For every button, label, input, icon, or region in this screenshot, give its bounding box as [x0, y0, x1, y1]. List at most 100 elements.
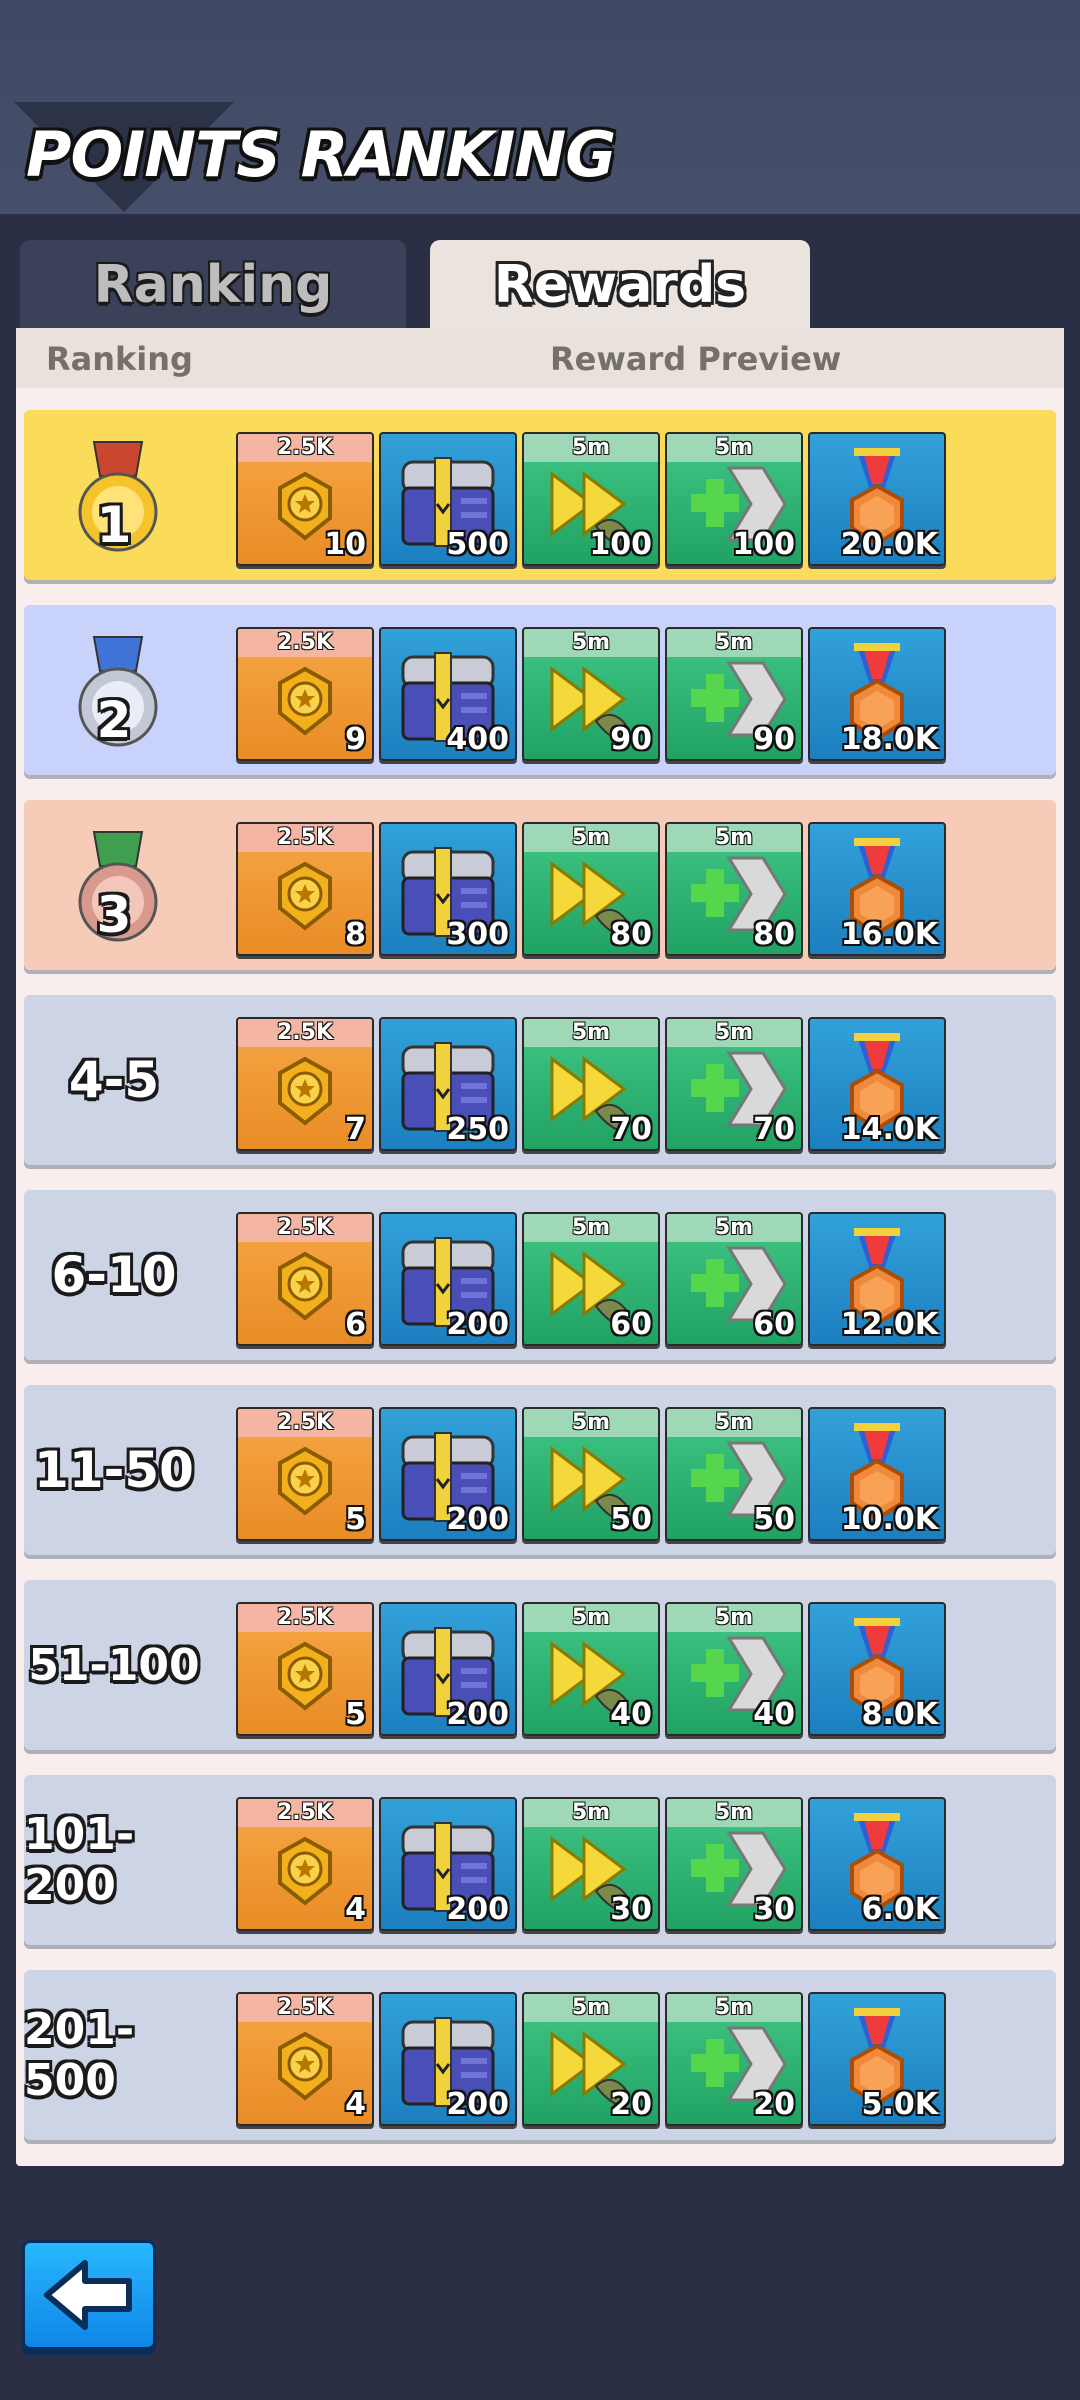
chest-reward[interactable]: 200 [379, 1602, 517, 1736]
reward-count: 90 [610, 722, 652, 757]
heal-reward[interactable]: 5m 20 [665, 1992, 803, 2126]
reward-count: 70 [610, 1112, 652, 1147]
badge-reward[interactable]: 2.5K 7 [236, 1017, 374, 1151]
reward-count: 10 [324, 527, 366, 562]
chest-reward[interactable]: 250 [379, 1017, 517, 1151]
heal-reward[interactable]: 5m 40 [665, 1602, 803, 1736]
rank-label: 3 [96, 886, 132, 944]
column-reward-preview: Reward Preview [550, 340, 842, 378]
rank-label: 2 [96, 691, 132, 749]
reward-count: 14.0K [840, 1112, 938, 1147]
reward-tag: 5m [524, 629, 658, 657]
medal-reward[interactable]: 10.0K [808, 1407, 946, 1541]
reward-tag: 2.5K [238, 1799, 372, 1827]
reward-count: 250 [446, 1112, 509, 1147]
reward-tag: 5m [667, 1019, 801, 1047]
speedup-reward[interactable]: 5m 20 [522, 1992, 660, 2126]
reward-count: 100 [589, 527, 652, 562]
badge-reward[interactable]: 2.5K 4 [236, 1797, 374, 1931]
reward-tag: 5m [667, 824, 801, 852]
speedup-reward[interactable]: 5m 50 [522, 1407, 660, 1541]
badge-reward[interactable]: 2.5K 8 [236, 822, 374, 956]
heal-reward[interactable]: 5m 50 [665, 1407, 803, 1541]
reward-count: 30 [753, 1892, 795, 1927]
speedup-reward[interactable]: 5m 60 [522, 1212, 660, 1346]
chest-reward[interactable]: 400 [379, 627, 517, 761]
reward-tag: 5m [524, 1019, 658, 1047]
speedup-reward[interactable]: 5m 90 [522, 627, 660, 761]
medal-reward[interactable]: 5.0K [808, 1992, 946, 2126]
reward-count: 20.0K [840, 527, 938, 562]
speedup-reward[interactable]: 5m 40 [522, 1602, 660, 1736]
reward-tag: 5m [524, 434, 658, 462]
medal-reward[interactable]: 12.0K [808, 1212, 946, 1346]
heal-reward[interactable]: 5m 60 [665, 1212, 803, 1346]
medal-reward[interactable]: 8.0K [808, 1602, 946, 1736]
reward-count: 80 [610, 917, 652, 952]
reward-tag: 5m [524, 1799, 658, 1827]
medal-reward[interactable]: 20.0K [808, 432, 946, 566]
reward-count: 40 [753, 1697, 795, 1732]
heal-reward[interactable]: 5m 70 [665, 1017, 803, 1151]
heal-reward[interactable]: 5m 100 [665, 432, 803, 566]
back-button[interactable] [22, 2240, 156, 2350]
page-title: POINTS RANKING [26, 118, 616, 191]
reward-count: 5 [345, 1502, 366, 1537]
medal-reward[interactable]: 6.0K [808, 1797, 946, 1931]
chest-reward[interactable]: 200 [379, 1992, 517, 2126]
reward-count: 30 [610, 1892, 652, 1927]
chest-reward[interactable]: 200 [379, 1407, 517, 1541]
reward-count: 50 [610, 1502, 652, 1537]
chest-reward[interactable]: 500 [379, 432, 517, 566]
reward-row: 11-50 2.5K 5 200 5m 50 5m 50 10.0K [24, 1385, 1056, 1555]
speedup-reward[interactable]: 5m 100 [522, 432, 660, 566]
medal-reward[interactable]: 16.0K [808, 822, 946, 956]
badge-reward[interactable]: 2.5K 10 [236, 432, 374, 566]
speedup-reward[interactable]: 5m 70 [522, 1017, 660, 1151]
reward-count: 20 [610, 2087, 652, 2122]
rank-label: 201-500 [24, 2004, 135, 2106]
reward-tag: 2.5K [238, 1409, 372, 1437]
reward-tag: 5m [667, 1214, 801, 1242]
reward-row: 1 2.5K 10 500 5m 100 5m 100 20.0K [24, 410, 1056, 580]
medal-reward[interactable]: 18.0K [808, 627, 946, 761]
chest-reward[interactable]: 200 [379, 1797, 517, 1931]
medal-reward[interactable]: 14.0K [808, 1017, 946, 1151]
reward-tag: 5m [524, 1604, 658, 1632]
reward-count: 8 [345, 917, 366, 952]
rank-label: 6-10 [51, 1246, 177, 1304]
reward-count: 40 [610, 1697, 652, 1732]
reward-count: 80 [753, 917, 795, 952]
reward-count: 50 [753, 1502, 795, 1537]
reward-count: 200 [446, 1892, 509, 1927]
badge-reward[interactable]: 2.5K 9 [236, 627, 374, 761]
reward-tag: 2.5K [238, 1994, 372, 2022]
reward-count: 16.0K [840, 917, 938, 952]
badge-reward[interactable]: 2.5K 4 [236, 1992, 374, 2126]
heal-reward[interactable]: 5m 80 [665, 822, 803, 956]
tab-rewards[interactable]: Rewards [430, 240, 810, 330]
reward-row: 4-5 2.5K 7 250 5m 70 5m 70 14.0K [24, 995, 1056, 1165]
reward-tag: 2.5K [238, 1604, 372, 1632]
reward-count: 5 [345, 1697, 366, 1732]
speedup-reward[interactable]: 5m 30 [522, 1797, 660, 1931]
chest-reward[interactable]: 200 [379, 1212, 517, 1346]
reward-row: 51-100 2.5K 5 200 5m 40 5m 40 8.0K [24, 1580, 1056, 1750]
rewards-panel: Ranking Reward Preview 1 2.5K 10 500 5m 100 5m… [16, 328, 1064, 2166]
reward-tag: 2.5K [238, 1214, 372, 1242]
reward-count: 4 [345, 1892, 366, 1927]
heal-reward[interactable]: 5m 30 [665, 1797, 803, 1931]
reward-tag: 5m [667, 1799, 801, 1827]
rank-label: 4-5 [68, 1051, 160, 1109]
reward-count: 200 [446, 1502, 509, 1537]
badge-reward[interactable]: 2.5K 6 [236, 1212, 374, 1346]
tab-ranking[interactable]: Ranking [20, 240, 406, 330]
badge-reward[interactable]: 2.5K 5 [236, 1602, 374, 1736]
heal-reward[interactable]: 5m 90 [665, 627, 803, 761]
reward-tag: 5m [667, 1604, 801, 1632]
reward-count: 20 [753, 2087, 795, 2122]
badge-reward[interactable]: 2.5K 5 [236, 1407, 374, 1541]
speedup-reward[interactable]: 5m 80 [522, 822, 660, 956]
reward-row: 6-10 2.5K 6 200 5m 60 5m 60 12.0K [24, 1190, 1056, 1360]
chest-reward[interactable]: 300 [379, 822, 517, 956]
